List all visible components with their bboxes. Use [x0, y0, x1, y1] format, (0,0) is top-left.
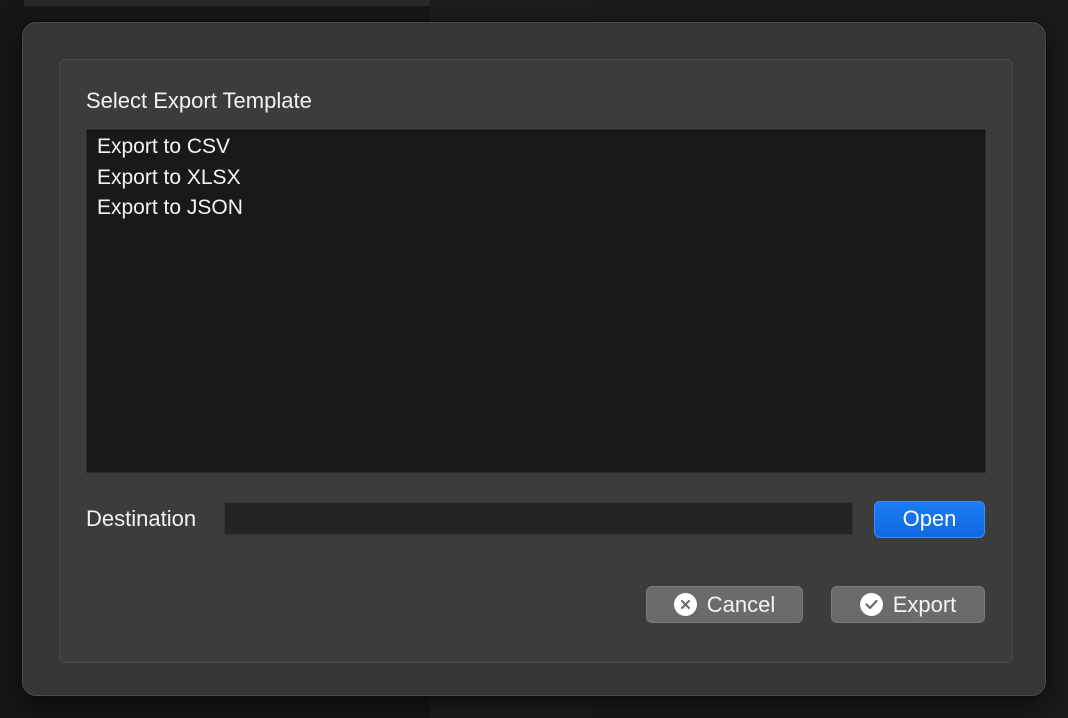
background-toolbar — [24, 0, 430, 6]
template-item-json[interactable]: Export to JSON — [87, 193, 985, 224]
template-item-xlsx[interactable]: Export to XLSX — [87, 163, 985, 194]
export-dialog: Select Export Template Export to CSV Exp… — [22, 22, 1046, 696]
cancel-button-label: Cancel — [706, 591, 776, 617]
open-button[interactable]: Open — [874, 501, 985, 538]
export-button-label: Export — [892, 591, 957, 617]
template-list[interactable]: Export to CSV Export to XLSX Export to J… — [86, 129, 986, 473]
destination-label: Destination — [86, 506, 197, 531]
template-item-csv[interactable]: Export to CSV — [87, 132, 985, 163]
close-circle-icon — [673, 593, 697, 616]
export-panel: Select Export Template Export to CSV Exp… — [59, 59, 1013, 663]
section-title: Select Export Template — [86, 88, 312, 113]
export-button[interactable]: Export — [831, 586, 985, 623]
cancel-button[interactable]: Cancel — [646, 586, 803, 623]
check-circle-icon — [859, 593, 883, 616]
destination-input[interactable] — [224, 502, 853, 535]
